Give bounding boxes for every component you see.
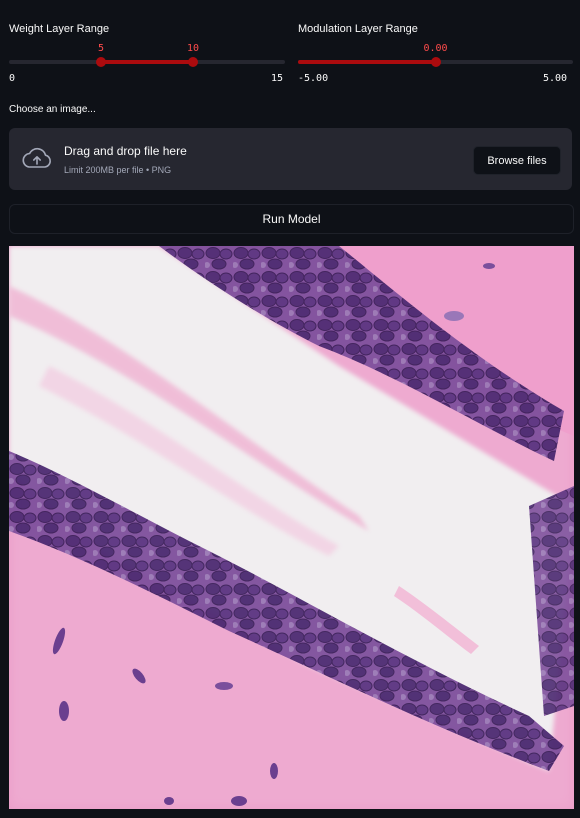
- modulation-slider-fill: [298, 60, 436, 64]
- output-image: [9, 246, 574, 809]
- weight-slider-fill: [101, 60, 193, 64]
- weight-slider-low-value: 5: [97, 43, 105, 54]
- weight-slider-high-value: 10: [186, 43, 200, 54]
- dropzone-title: Drag and drop file here: [64, 144, 187, 158]
- browse-files-button[interactable]: Browse files: [473, 146, 561, 175]
- weight-slider-label: Weight Layer Range: [9, 23, 110, 35]
- modulation-slider-label: Modulation Layer Range: [298, 23, 418, 35]
- weight-range-slider[interactable]: [9, 57, 285, 67]
- modulation-slider-thumb[interactable]: [430, 57, 441, 67]
- weight-slider-min-label: 0: [9, 73, 16, 84]
- dropzone-subtitle: Limit 200MB per file • PNG: [64, 165, 172, 175]
- weight-slider-low-thumb[interactable]: [96, 57, 106, 67]
- cloud-upload-icon: [21, 146, 53, 172]
- weight-slider-high-thumb[interactable]: [188, 57, 198, 67]
- modulation-slider[interactable]: [298, 57, 573, 67]
- modulation-slider-min-label: -5.00: [298, 73, 329, 84]
- weight-slider-max-label: 15: [271, 73, 284, 84]
- modulation-slider-max-label: 5.00: [543, 73, 568, 84]
- file-dropzone[interactable]: Drag and drop file here Limit 200MB per …: [9, 128, 572, 190]
- uploader-label: Choose an image...: [9, 104, 96, 115]
- run-model-button[interactable]: Run Model: [9, 204, 574, 234]
- modulation-slider-value: 0.00: [423, 43, 448, 54]
